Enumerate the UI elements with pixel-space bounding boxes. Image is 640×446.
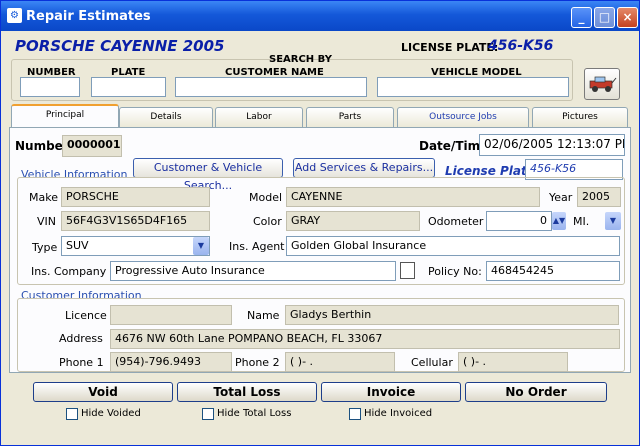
ins-company-label: Ins. Company: [31, 265, 107, 278]
odometer-unit: MI.: [573, 215, 590, 228]
type-label: Type: [32, 241, 58, 254]
title-bar: ⚙ Repair Estimates _ □ ×: [1, 1, 639, 31]
hide-voided-checkbox[interactable]: [66, 408, 78, 420]
invoice-button[interactable]: Invoice: [321, 382, 461, 402]
hide-invoiced-checkbox[interactable]: [349, 408, 361, 420]
address-label: Address: [59, 332, 103, 345]
vin-field: 56F4G3V1S65D4F165: [61, 211, 210, 231]
odometer-field[interactable]: 0: [486, 211, 552, 231]
unit-dropdown-arrow[interactable]: ▼: [605, 212, 621, 230]
hide-total-loss-label: Hide Total Loss: [217, 408, 292, 419]
close-button[interactable]: ×: [617, 7, 638, 28]
name-field: Gladys Berthin: [285, 305, 619, 325]
search-model-input[interactable]: [377, 77, 569, 97]
datetime-label: Date/Time: [419, 139, 489, 153]
ins-agent-label: Ins. Agent: [229, 240, 285, 253]
ins-agent-field[interactable]: Golden Global Insurance: [286, 236, 620, 256]
licence-label: Licence: [65, 309, 107, 322]
phone1-label: Phone 1: [59, 356, 104, 369]
window-title: Repair Estimates: [26, 9, 151, 24]
color-label: Color: [253, 215, 282, 228]
vehicle-search-button[interactable]: [584, 68, 620, 100]
name-label: Name: [247, 309, 280, 322]
tab-outsource-jobs[interactable]: Outsource Jobs: [397, 107, 529, 127]
licence-field: [110, 305, 232, 325]
model-label: Model: [249, 191, 283, 204]
repair-estimates-window: ⚙ Repair Estimates _ □ × PORSCHE CAYENNE…: [0, 0, 640, 446]
year-field: 2005: [577, 187, 621, 207]
address-field: 4676 NW 60th Lane POMPANO BEACH, FL 3306…: [110, 329, 620, 349]
type-select[interactable]: SUV: [61, 236, 210, 256]
void-button[interactable]: Void: [33, 382, 173, 402]
search-number-input[interactable]: [20, 77, 80, 97]
make-label: Make: [29, 191, 58, 204]
tab-parts[interactable]: Parts: [306, 107, 394, 127]
cellular-label: Cellular: [411, 356, 453, 369]
vehicle-title: PORSCHE CAYENNE 2005: [15, 37, 225, 55]
odometer-spinner[interactable]: ▲▼: [552, 212, 566, 230]
tab-principal[interactable]: Principal: [11, 104, 119, 128]
number-field: 0000001: [62, 135, 122, 157]
phone1-field: (954)-796.9493: [110, 352, 232, 372]
hide-voided-label: Hide Voided: [81, 408, 141, 419]
license-plate-header-label: LICENSE PLATE:: [401, 41, 499, 54]
license-plate-label: License Plate: [445, 164, 535, 178]
tab-labor[interactable]: Labor: [215, 107, 303, 127]
license-plate-header-value: 456-K56: [488, 38, 554, 54]
maximize-button[interactable]: □: [594, 7, 615, 28]
app-icon: ⚙: [7, 8, 22, 23]
policy-no-field[interactable]: 468454245: [486, 261, 620, 281]
type-dropdown-arrow[interactable]: ▼: [193, 237, 209, 255]
tow-truck-icon: [589, 76, 617, 92]
hide-invoiced-label: Hide Invoiced: [364, 408, 433, 419]
no-order-button[interactable]: No Order: [465, 382, 607, 402]
search-customer-input[interactable]: [175, 77, 367, 97]
search-plate-input[interactable]: [91, 77, 166, 97]
cellular-field: ( )- .: [458, 352, 568, 372]
tab-details[interactable]: Details: [119, 107, 213, 127]
number-label: Number: [15, 139, 69, 153]
ins-company-field[interactable]: Progressive Auto Insurance: [110, 261, 396, 281]
make-field: PORSCHE: [61, 187, 210, 207]
search-by-label: SEARCH BY: [269, 54, 332, 65]
hide-total-loss-checkbox[interactable]: [202, 408, 214, 420]
policy-no-label: Policy No:: [428, 265, 482, 278]
minimize-button[interactable]: _: [571, 7, 592, 28]
odometer-label: Odometer: [428, 215, 484, 228]
year-label: Year: [549, 191, 573, 204]
total-loss-button[interactable]: Total Loss: [177, 382, 317, 402]
datetime-field[interactable]: 02/06/2005 12:13:07 PM: [479, 134, 625, 156]
phone2-label: Phone 2: [235, 356, 280, 369]
color-field: GRAY: [286, 211, 420, 231]
vin-label: VIN: [37, 215, 56, 228]
tab-pictures[interactable]: Pictures: [532, 107, 628, 127]
phone2-field: ( )- .: [285, 352, 395, 372]
customer-vehicle-search-button[interactable]: Customer & Vehicle Search...: [133, 158, 283, 192]
document-icon[interactable]: [400, 262, 415, 279]
add-services-repairs-button[interactable]: Add Services & Repairs...: [293, 158, 435, 178]
model-field: CAYENNE: [286, 187, 540, 207]
